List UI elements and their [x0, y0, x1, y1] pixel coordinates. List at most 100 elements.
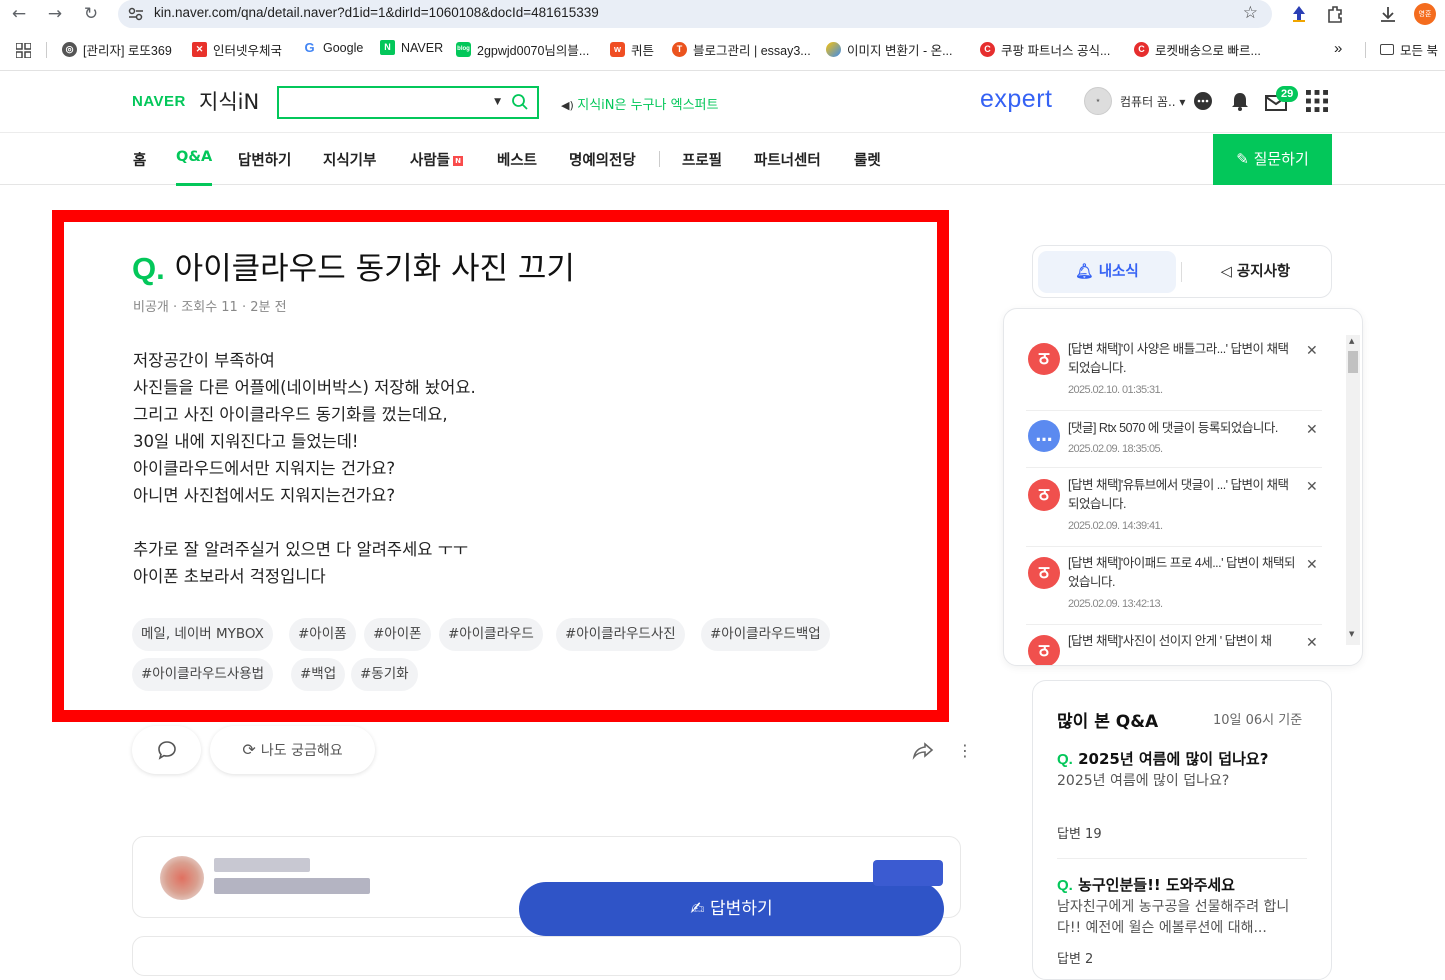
bookmark-item[interactable]: ✕ 인터넷우체국 [192, 40, 282, 59]
nav-hall-of-fame[interactable]: 명예의전당 [569, 149, 636, 170]
notification-item[interactable]: ठ [답변 채택]'아이패드 프로 4세...' 답변이 채택되었습니다. 20… [1026, 556, 1322, 625]
tag-chip[interactable]: #아이폼 [289, 618, 356, 651]
bookmark-item[interactable]: C 쿠팡 파트너스 공식... [980, 40, 1110, 59]
more-options-icon[interactable]: ⋮ [957, 741, 973, 760]
notification-item[interactable]: ठ [답변 채택]'이 사양은 배틀그라...' 답변이 채택되었습니다. 20… [1026, 342, 1322, 411]
notification-item[interactable]: … [댓글] Rtx 5070 에 댓글이 등록되었습니다. 2025.02.0… [1026, 420, 1322, 468]
nav-answer[interactable]: 답변하기 [238, 149, 291, 170]
close-icon[interactable]: ✕ [1306, 635, 1318, 651]
chat-icon[interactable] [1192, 90, 1214, 112]
nav-partner-center[interactable]: 파트너센터 [754, 149, 821, 170]
body-line: 30일 내에 지워진다고 들었는데! [133, 432, 359, 451]
body-line [133, 509, 476, 536]
tag-chip[interactable]: 메일, 네이버 MYBOX [132, 618, 273, 651]
notification-text: [댓글] Rtx 5070 에 댓글이 등록되었습니다. [1068, 421, 1278, 435]
close-icon[interactable]: ✕ [1306, 343, 1318, 359]
bookmark-item[interactable]: N NAVER [380, 40, 443, 55]
nav-home[interactable]: 홈 [133, 149, 146, 170]
bookmarks-overflow-button[interactable]: » [1334, 40, 1342, 57]
close-icon[interactable]: ✕ [1306, 479, 1318, 495]
bookmarks-bar: ◎ [관리자] 로또369 ✕ 인터넷우체국 G Google N NAVER blog… [0, 36, 1445, 64]
site-info-icon[interactable] [128, 7, 144, 21]
bookmark-item[interactable]: blog 2gpwjd0070님의블... [456, 40, 589, 59]
forward-icon[interactable]: → [44, 3, 66, 25]
nav-people[interactable]: 사람들 N [410, 149, 464, 170]
search-input[interactable]: ▼ [277, 86, 539, 119]
user-name[interactable]: 컴퓨터 꼼.. ▾ [1120, 93, 1185, 110]
curious-button[interactable]: ⟳ 나도 궁금해요 [210, 726, 375, 774]
notification-date: 2025.02.09. 18:35:05. [1068, 443, 1163, 455]
bookmark-star-icon[interactable]: ☆ [1243, 3, 1258, 23]
popular-answer-count: 답변 2 [1057, 952, 1094, 967]
bell-icon[interactable] [1229, 90, 1251, 112]
address-bar[interactable]: kin.naver.com/qna/detail.naver?d1id=1&di… [118, 0, 1272, 28]
naver-icon: N [380, 40, 395, 55]
share-icon[interactable] [912, 741, 934, 761]
tag-chip[interactable]: #아이클라우드사진 [556, 618, 685, 651]
naver-logo[interactable]: NAVER [132, 93, 186, 110]
notification-item[interactable]: ठ [답변 채택]'사진이 선이지 안게 ' 답변이 채 ✕ [1026, 634, 1322, 665]
nav-roulette[interactable]: 룰렛 [854, 149, 881, 170]
body-line: 저장공간이 부족하여 [133, 351, 275, 370]
bookmark-item[interactable]: G Google [302, 40, 363, 55]
scrollbar-thumb[interactable] [1348, 351, 1358, 373]
extensions-icon[interactable] [1325, 4, 1345, 24]
search-icon[interactable] [511, 93, 529, 111]
scroll-up-icon[interactable]: ▲ [1349, 337, 1354, 345]
apps-grid-icon[interactable] [16, 43, 31, 58]
ask-question-button[interactable]: ✎ 질문하기 [1213, 134, 1332, 185]
user-avatar[interactable]: ★ [1084, 87, 1112, 115]
apps-grid-icon[interactable] [1306, 90, 1328, 112]
bookmark-item[interactable]: T 블로그관리 | essay3... [672, 40, 811, 59]
blurred-patch [873, 860, 943, 886]
scroll-down-icon[interactable]: ▼ [1349, 630, 1354, 638]
adopt-icon: ठ [1028, 343, 1060, 375]
chevron-down-icon[interactable]: ▼ [494, 97, 501, 107]
popular-question-desc[interactable]: 2025년 여름에 많이 덥나요? [1057, 771, 1307, 792]
expert-tagline[interactable]: ◀) 지식iN은 누구나 엑스퍼트 [561, 94, 718, 113]
downloads-icon[interactable] [1378, 4, 1398, 24]
tag-chip[interactable]: #아이클라우드백업 [701, 618, 830, 651]
reload-icon[interactable]: ↻ [80, 3, 102, 25]
question-body: 저장공간이 부족하여 사진들을 다른 어플에(네이버박스) 저장해 놨어요. 그… [133, 347, 476, 590]
tag-chip[interactable]: #아이클라우드 [439, 618, 543, 651]
bookmark-item[interactable]: C 로켓배송으로 빠르... [1134, 40, 1261, 59]
popular-question-title[interactable]: Q. 2025년 여름에 많이 덥나요? [1057, 748, 1268, 769]
nav-qna[interactable]: Q&A [176, 149, 213, 186]
popular-question-desc[interactable]: 남자친구에게 농구공을 선물해주려 합니다!! 예전에 윌슨 에볼루션에 대해.… [1057, 897, 1307, 939]
popular-title-text: 2025년 여름에 많이 덥나요? [1078, 750, 1269, 768]
expert-logo[interactable]: expert [980, 85, 1052, 114]
nav-best[interactable]: 베스트 [497, 149, 537, 170]
tab-my-news[interactable]: 🔔︎ 내소식 [1038, 251, 1176, 293]
comment-icon: … [1028, 420, 1060, 452]
tab-notice[interactable]: ◁ 공지사항 [1183, 251, 1328, 293]
tag-chip[interactable]: #백업 [291, 658, 346, 691]
nav-donation[interactable]: 지식기부 [323, 149, 376, 170]
profile-avatar[interactable]: 영훈 [1414, 3, 1436, 25]
bookmark-item[interactable]: 이미지 변환기 - 온... [826, 40, 953, 59]
tag-chip[interactable]: #아이클라우드사용법 [132, 658, 274, 691]
popular-question-title[interactable]: Q. 농구인분들!! 도와주세요 [1057, 874, 1235, 895]
all-bookmarks-button[interactable]: 모든 북 [1380, 40, 1438, 59]
comment-button[interactable] [132, 726, 201, 774]
body-line: 아니면 사진첩에서도 지워지는건가요? [133, 486, 396, 505]
bookmark-label: 퀴튼 [631, 44, 655, 58]
bookmark-item[interactable]: ◎ [관리자] 로또369 [62, 40, 172, 59]
notification-date: 2025.02.09. 14:39:41. [1068, 520, 1163, 532]
nav-profile[interactable]: 프로필 [682, 149, 722, 170]
back-icon[interactable]: ← [8, 3, 30, 25]
answer-button[interactable]: ✍ 답변하기 [519, 860, 944, 936]
close-icon[interactable]: ✕ [1306, 557, 1318, 573]
tag-chip[interactable]: #아이폰 [364, 618, 431, 651]
coupang-icon: C [980, 42, 995, 57]
notification-item[interactable]: ठ [답변 채택]'유튜브에서 댓글이 ...' 답변이 채택되었습니다. 20… [1026, 478, 1322, 547]
extension-download-icon[interactable] [1290, 4, 1308, 24]
question-title: Q. 아이클라우드 동기화 사진 끄기 [132, 243, 575, 288]
scrollbar[interactable] [1346, 335, 1360, 645]
bookmark-item[interactable]: w 퀴튼 [610, 40, 654, 59]
close-icon[interactable]: ✕ [1306, 422, 1318, 438]
question-title-text: 아이클라우드 동기화 사진 끄기 [174, 251, 575, 287]
kin-logo[interactable]: 지식iN [199, 86, 259, 116]
tag-chip[interactable]: #동기화 [351, 658, 418, 691]
globe-icon: ◎ [62, 42, 77, 57]
